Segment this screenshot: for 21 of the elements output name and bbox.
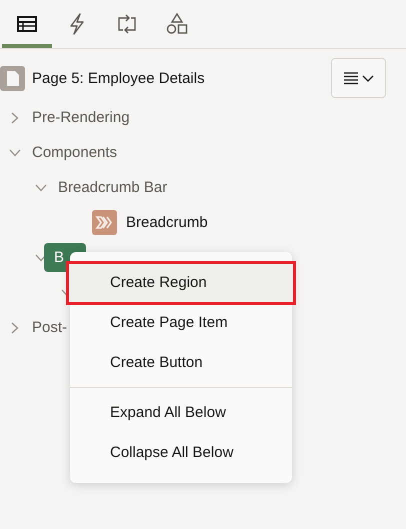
tree-node[interactable]: Breadcrumb Bar (51, 175, 174, 200)
chevron-down-icon[interactable] (35, 254, 47, 262)
menu-item[interactable]: Collapse All Below (70, 433, 292, 473)
menu-item[interactable]: Create Region (68, 263, 294, 303)
chevron-down-icon[interactable] (9, 148, 21, 156)
tree-node[interactable]: Pre-Rendering (25, 105, 137, 130)
breadcrumb-icon (92, 210, 117, 235)
menu-button[interactable] (331, 58, 386, 98)
tree-node[interactable]: Components (25, 140, 124, 165)
chevron-right-icon[interactable] (11, 112, 19, 124)
sync-icon (116, 14, 138, 34)
chevron-down-icon[interactable] (35, 184, 47, 192)
menu-item[interactable]: Expand All Below (70, 393, 292, 433)
chevron-right-icon[interactable] (11, 322, 19, 334)
shapes-icon (166, 13, 188, 35)
menu-icon (342, 71, 376, 85)
tree-node[interactable]: Breadcrumb (119, 210, 215, 235)
menu-item[interactable]: Create Button (70, 343, 292, 383)
layout-icon (17, 16, 37, 32)
lightning-icon (68, 13, 86, 35)
page-title: Page 5: Employee Details (32, 70, 206, 86)
